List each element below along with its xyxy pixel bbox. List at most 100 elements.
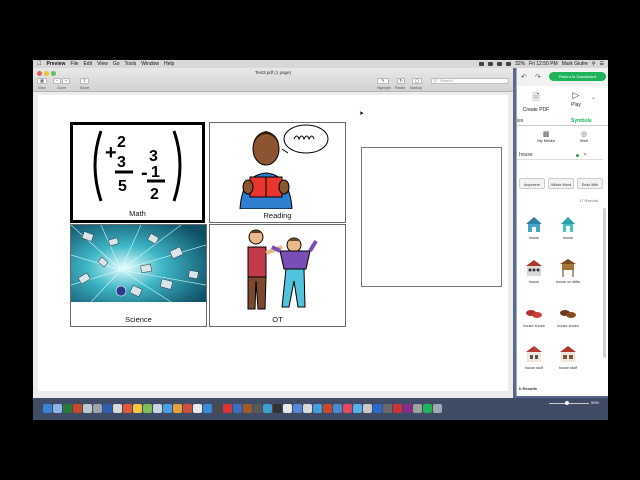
app-icon[interactable] [373, 404, 382, 413]
excel-icon[interactable] [63, 404, 72, 413]
app-icon[interactable] [113, 404, 122, 413]
app-icon[interactable] [413, 404, 422, 413]
powerpoint-icon[interactable] [73, 404, 82, 413]
app-icon[interactable] [243, 404, 252, 413]
tab-symbols[interactable]: Symbols [571, 118, 592, 124]
result-item[interactable]: house on stilts [553, 258, 583, 284]
search-icon[interactable]: ⚲ [592, 61, 596, 67]
app-icon[interactable] [313, 404, 322, 413]
return-to-dashboard-button[interactable]: Return to Dashboard [549, 72, 606, 81]
result-item[interactable]: house stuff [553, 344, 583, 370]
tab-categories[interactable]: ies [517, 118, 523, 124]
option-ends-with[interactable]: Ends With [577, 178, 603, 189]
highlight-button[interactable]: ✎ [377, 78, 389, 84]
result-item[interactable]: house shoes [519, 302, 549, 328]
zoom-out-button[interactable]: − [53, 78, 61, 84]
battery-label[interactable]: 32% [515, 61, 525, 67]
app-icon[interactable] [403, 404, 412, 413]
search-input[interactable]: ⚲ Search [431, 78, 509, 84]
chevron-down-icon[interactable]: ⌄ [591, 94, 596, 101]
option-whole-word[interactable]: Whole Word [548, 178, 574, 189]
result-item[interactable]: house [519, 258, 549, 284]
status-icon[interactable] [488, 62, 494, 66]
my-media-button[interactable]: ▩ My Media [531, 130, 561, 143]
document-page[interactable]: ➤ + 2 3 5 3 - 1 2 Math Reading Science O… [38, 95, 508, 391]
clear-icon[interactable]: ✕ [583, 151, 587, 160]
menu-tools[interactable]: Tools [125, 61, 137, 67]
share-button[interactable]: ⇧ [80, 78, 89, 84]
undo-icon[interactable]: ↶ [521, 73, 527, 81]
result-item[interactable]: house [519, 214, 549, 240]
web-button[interactable]: ◎ Web [569, 130, 599, 143]
result-item[interactable]: house shoes [553, 302, 583, 328]
app-icon[interactable] [83, 404, 92, 413]
finder-icon[interactable] [43, 404, 52, 413]
app-icon[interactable] [173, 404, 182, 413]
app-icon[interactable] [303, 404, 312, 413]
result-item[interactable]: house stuff [519, 344, 549, 370]
trash-icon[interactable] [433, 404, 442, 413]
menu-help[interactable]: Help [164, 61, 174, 67]
empty-cell[interactable] [361, 147, 502, 287]
app-icon[interactable] [213, 404, 222, 413]
option-anywhere[interactable]: Anywhere [519, 178, 545, 189]
app-icon[interactable] [123, 404, 132, 413]
apple-icon[interactable]:  [37, 61, 42, 67]
menu-go[interactable]: Go [113, 61, 120, 67]
status-icon[interactable] [497, 62, 503, 66]
markup-button[interactable]: ◯ [412, 78, 422, 84]
minimize-window-button[interactable] [44, 71, 49, 76]
app-icon[interactable] [273, 404, 282, 413]
clock[interactable]: Fri 12:50 PM [529, 61, 558, 67]
app-icon[interactable] [143, 404, 152, 413]
list-icon[interactable]: ☰ [600, 61, 604, 67]
app-icon[interactable] [283, 404, 292, 413]
reading-cell[interactable]: Reading [209, 122, 346, 223]
view-menu-button[interactable]: ▦ [37, 78, 47, 84]
app-icon[interactable] [133, 404, 142, 413]
menu-app[interactable]: Preview [47, 61, 66, 67]
zoom-slider[interactable] [549, 403, 589, 404]
menu-edit[interactable]: Edit [83, 61, 92, 67]
status-icon[interactable] [479, 62, 485, 66]
menu-view[interactable]: View [97, 61, 108, 67]
close-window-button[interactable] [37, 71, 42, 76]
zoom-in-button[interactable]: + [62, 78, 70, 84]
app-icon[interactable] [423, 404, 432, 413]
science-cell[interactable]: Science [70, 224, 207, 327]
app-icon[interactable] [293, 404, 302, 413]
symbol-search-input[interactable]: house ✕ [517, 151, 603, 160]
results-scrollbar[interactable] [603, 208, 606, 358]
app-icon[interactable] [233, 404, 242, 413]
app-icon[interactable] [203, 404, 212, 413]
math-cell[interactable]: + 2 3 5 3 - 1 2 Math [70, 122, 205, 223]
app-icon[interactable] [183, 404, 192, 413]
app-icon[interactable] [193, 404, 202, 413]
word-icon[interactable] [103, 404, 112, 413]
app-icon[interactable] [163, 404, 172, 413]
app-icon[interactable] [53, 404, 62, 413]
app-icon[interactable] [353, 404, 362, 413]
zoom-slider-knob[interactable] [565, 401, 569, 405]
zoom-window-button[interactable] [51, 71, 56, 76]
rotate-button[interactable]: ↻ [397, 78, 405, 84]
ot-cell[interactable]: OT [209, 224, 346, 327]
acrobat-icon[interactable] [393, 404, 402, 413]
redo-icon[interactable]: ↷ [535, 73, 541, 81]
app-icon[interactable] [343, 404, 352, 413]
app-icon[interactable] [383, 404, 392, 413]
app-icon[interactable] [93, 404, 102, 413]
app-icon[interactable] [263, 404, 272, 413]
wifi-icon[interactable] [506, 62, 512, 66]
app-icon[interactable] [363, 404, 372, 413]
menu-window[interactable]: Window [141, 61, 159, 67]
play-button[interactable]: ▷ Play [561, 90, 591, 108]
app-icon[interactable] [153, 404, 162, 413]
app-icon[interactable] [333, 404, 342, 413]
app-icon[interactable] [323, 404, 332, 413]
chrome-icon[interactable] [223, 404, 232, 413]
menu-file[interactable]: File [70, 61, 78, 67]
create-pdf-button[interactable]: 🗎 Create PDF [521, 90, 551, 113]
result-item[interactable]: house [553, 214, 583, 240]
user-name[interactable]: Mark Giufre [562, 61, 588, 67]
